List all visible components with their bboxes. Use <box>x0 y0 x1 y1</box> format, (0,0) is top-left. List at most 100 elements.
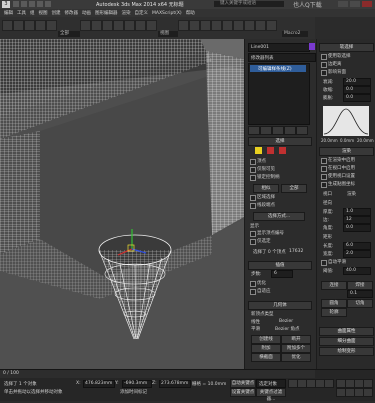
window-crossing-icon[interactable] <box>113 20 124 31</box>
angle-input[interactable]: 0.0 <box>343 224 371 232</box>
adaptive-checkbox[interactable] <box>250 289 256 295</box>
lock-handles-checkbox[interactable] <box>250 175 256 181</box>
threshold-input[interactable]: 40.0 <box>343 267 371 275</box>
menu-item[interactable]: 工具 <box>17 10 26 16</box>
soft-selection-rollout-header[interactable]: 软选择 <box>319 43 374 52</box>
menu-item[interactable]: 修改器 <box>65 10 79 16</box>
menu-item[interactable]: 创建 <box>52 10 61 16</box>
rotate-icon[interactable] <box>135 20 146 31</box>
macro-dropdown[interactable]: Macro2 <box>282 31 308 37</box>
move-icon[interactable] <box>124 20 135 31</box>
steps-input[interactable]: 6 <box>271 270 293 278</box>
app-logo-icon[interactable]: 3 <box>2 1 10 8</box>
rendering-rollout-header[interactable]: 渲染 <box>319 147 374 156</box>
select-by-button[interactable]: 选择方式... <box>253 212 305 221</box>
stack-item[interactable]: 可编辑样条线(Z) <box>250 65 306 72</box>
mirror-icon[interactable] <box>233 20 244 31</box>
enable-in-renderer-checkbox[interactable] <box>321 158 327 164</box>
search-input[interactable]: 键入关键字或短语 <box>214 1 284 7</box>
new-file-icon[interactable] <box>13 1 19 7</box>
goto-end-icon[interactable] <box>324 379 334 388</box>
key-filters-button[interactable]: 关键点过滤器... <box>256 388 286 402</box>
menu-item[interactable]: 帮助 <box>186 10 195 16</box>
create-line-button[interactable]: 创建线 <box>251 335 281 344</box>
falloff-input[interactable]: 20.0 <box>343 78 371 86</box>
named-selection-checkbox[interactable] <box>250 159 256 165</box>
modifier-list-dropdown[interactable]: 修改器列表 <box>248 53 316 62</box>
set-key-button[interactable]: 设置关键点 <box>230 388 256 397</box>
reference-coordinate-dropdown[interactable]: 视图 <box>158 31 178 37</box>
menu-item[interactable]: 编辑 <box>4 10 13 16</box>
snap-toggle-icon[interactable] <box>200 20 211 31</box>
bind-space-warp-icon[interactable] <box>46 20 57 31</box>
thickness-input[interactable]: 1.0 <box>343 208 371 216</box>
smooth-option[interactable]: 平滑 <box>251 326 260 332</box>
affect-backfacing-checkbox[interactable] <box>321 70 327 76</box>
link-icon[interactable] <box>24 20 35 31</box>
add-time-tag-button[interactable]: 添加时间标记 <box>120 389 147 395</box>
redo-icon[interactable] <box>13 20 24 31</box>
selected-only-checkbox[interactable] <box>250 239 256 245</box>
interpolation-rollout-header[interactable]: 插值 <box>248 261 312 270</box>
time-slider[interactable]: 0 / 100 <box>0 370 315 378</box>
area-selection-checkbox[interactable] <box>250 195 256 201</box>
break-button[interactable]: 断开 <box>281 335 311 344</box>
unlink-icon[interactable] <box>35 20 46 31</box>
remove-modifier-button[interactable] <box>284 126 296 135</box>
subdivision-rollout[interactable]: 细分曲面 <box>319 337 374 346</box>
bezier-corner-option[interactable]: Bezier 角点 <box>275 326 300 332</box>
y-coord-input[interactable]: -690.3mm <box>122 380 152 388</box>
attach-button[interactable]: 附加 <box>251 344 281 353</box>
cross-section-button[interactable]: 横截面 <box>251 353 281 362</box>
selection-filter-dropdown[interactable]: 全部 <box>58 31 80 37</box>
rectangular-option[interactable]: 矩形 <box>323 234 332 240</box>
generate-mapping-checkbox[interactable] <box>321 182 327 188</box>
width-input[interactable]: 2.0 <box>343 250 371 258</box>
radial-option[interactable]: 径向 <box>323 200 332 206</box>
align-icon[interactable] <box>244 20 255 31</box>
percent-snap-icon[interactable] <box>222 20 233 31</box>
pin-stack-button[interactable] <box>248 126 260 135</box>
outline-button[interactable]: 轮廓 <box>321 308 347 317</box>
length-input[interactable]: 6.0 <box>343 242 371 250</box>
visible-only-checkbox[interactable] <box>250 167 256 173</box>
perspective-viewport[interactable] <box>0 39 244 369</box>
menu-item[interactable]: 组 <box>30 10 35 16</box>
angle-snap-icon[interactable] <box>211 20 222 31</box>
menu-item[interactable]: 视图 <box>39 10 48 16</box>
rectangular-selection-icon[interactable] <box>102 20 113 31</box>
layer-manager-icon[interactable] <box>255 20 266 31</box>
bezier-option[interactable]: Bezier <box>279 319 293 324</box>
attach-multiple-button[interactable]: 附加多个 <box>281 344 311 353</box>
segment-end-checkbox[interactable] <box>250 203 256 209</box>
use-soft-selection-checkbox[interactable] <box>321 54 327 60</box>
object-color-swatch[interactable] <box>309 43 315 50</box>
surface-properties-rollout[interactable]: 曲面属性 <box>319 327 374 336</box>
maximize-toggle-icon[interactable] <box>363 388 373 397</box>
fillet-button[interactable]: 圆角 <box>321 299 347 308</box>
menu-item[interactable]: 动画 <box>82 10 91 16</box>
maximize-viewport-icon[interactable] <box>363 379 373 388</box>
object-name-field[interactable]: Line001 <box>248 43 310 52</box>
manipulate-icon[interactable] <box>189 20 200 31</box>
menu-item[interactable]: 图形编辑器 <box>95 10 118 16</box>
select-object-icon[interactable] <box>80 20 91 31</box>
selection-rollout-header[interactable]: 选择 <box>248 137 312 146</box>
renderer-option[interactable]: 渲染 <box>347 191 356 197</box>
selected-set-dropdown[interactable]: 选定对象 <box>256 379 286 388</box>
refine-button[interactable]: 优化 <box>281 353 311 362</box>
configure-sets-button[interactable] <box>296 126 308 135</box>
z-coord-input[interactable]: 273.678mm <box>159 380 191 388</box>
save-file-icon[interactable] <box>29 1 35 7</box>
optimize-checkbox[interactable] <box>250 281 256 287</box>
all-button[interactable]: 全部 <box>281 184 307 193</box>
open-file-icon[interactable] <box>21 1 27 7</box>
use-viewport-settings-checkbox[interactable] <box>321 174 327 180</box>
menu-item[interactable]: MAXScript(X) <box>152 11 182 16</box>
edge-distance-checkbox[interactable] <box>321 62 327 68</box>
auto-key-button[interactable]: 自动关键点 <box>230 379 256 388</box>
undo-icon[interactable] <box>2 20 13 31</box>
redo-icon[interactable] <box>45 1 51 7</box>
chamfer-button[interactable]: 切角 <box>347 299 373 308</box>
curve-editor-icon[interactable] <box>266 20 277 31</box>
